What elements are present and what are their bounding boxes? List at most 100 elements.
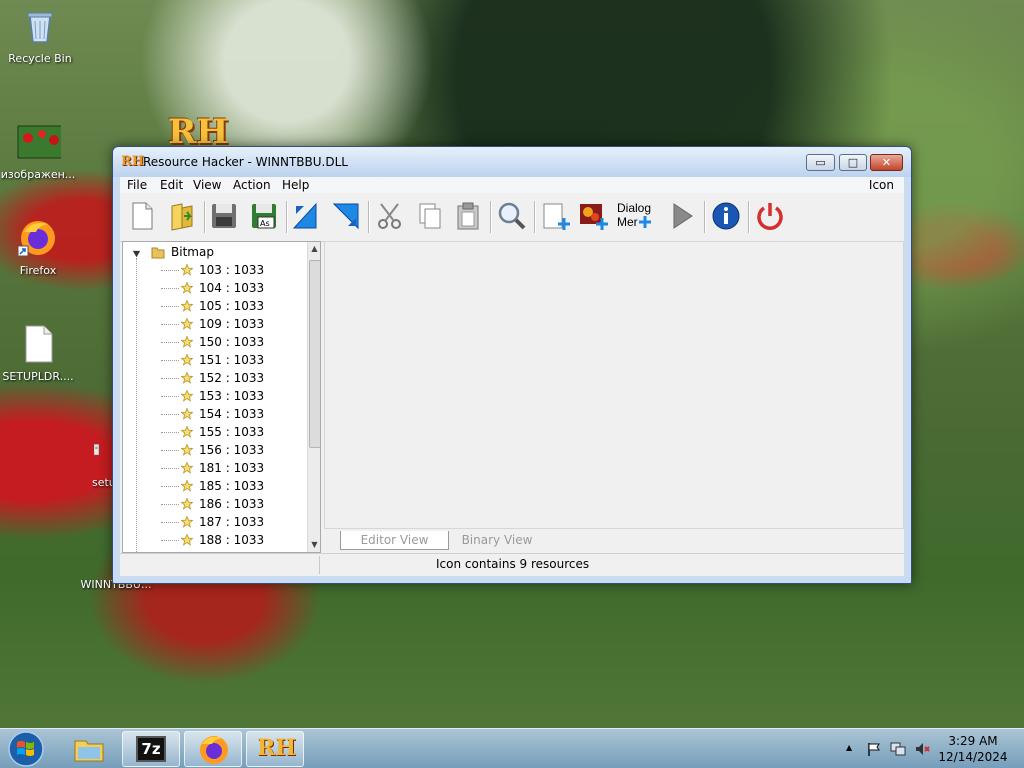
tree-connector: [161, 414, 179, 415]
network-icon[interactable]: [890, 741, 906, 757]
tab-editor-view[interactable]: Editor View: [340, 531, 449, 550]
close-button[interactable]: ✕: [870, 154, 903, 171]
tree-node-item[interactable]: 152 : 1033: [161, 370, 301, 388]
tree-connector: [161, 378, 179, 379]
tree-node-item[interactable]: 105 : 1033: [161, 298, 301, 316]
tree-node-item[interactable]: 151 : 1033: [161, 352, 301, 370]
menu-view[interactable]: View: [193, 178, 221, 192]
start-button[interactable]: [4, 730, 48, 768]
desktop-icon-firefox[interactable]: Firefox: [0, 218, 78, 277]
toolbar: As Dialog Mer: [120, 195, 904, 242]
tree-node-label: 186 : 1033: [199, 497, 265, 511]
taskbar-7zip[interactable]: 7z: [122, 731, 180, 767]
show-hidden-icons-button[interactable]: ▲: [846, 743, 852, 752]
taskbar-explorer[interactable]: [60, 731, 118, 767]
tree-node-label: 153 : 1033: [199, 389, 265, 403]
cut-button[interactable]: [374, 200, 406, 234]
add-image-resource-button[interactable]: [578, 200, 610, 234]
star-icon: [181, 354, 193, 366]
tree-node-item[interactable]: 103 : 1033: [161, 262, 301, 280]
star-icon: [181, 390, 193, 402]
copy-icon: [419, 203, 441, 229]
forward-button[interactable]: [330, 200, 362, 234]
system-clock[interactable]: 3:29 AM 12/14/2024: [930, 733, 1016, 765]
maximize-button[interactable]: □: [839, 154, 867, 171]
copy-button[interactable]: [414, 200, 446, 234]
tab-binary-view[interactable]: Binary View: [452, 531, 542, 549]
tree-connector: [161, 270, 179, 271]
menu-edit[interactable]: Edit: [160, 178, 183, 192]
new-button[interactable]: [126, 200, 158, 234]
forward-arrow-icon: [332, 203, 359, 230]
toolbar-separator: [286, 201, 288, 233]
taskbar-firefox[interactable]: [184, 731, 242, 767]
save-as-button[interactable]: As: [248, 200, 280, 234]
image-file-icon: [17, 125, 65, 159]
desktop-icon-setup[interactable]: setu: [62, 430, 116, 489]
tree-node-item[interactable]: 187 : 1033: [161, 514, 301, 532]
paste-button[interactable]: [452, 200, 484, 234]
tree-node-item[interactable]: 150 : 1033: [161, 334, 301, 352]
dialog-menu-button[interactable]: Dialog Mer: [617, 201, 657, 235]
desktop-icon-label: изображен...: [0, 168, 76, 181]
tree-node-item[interactable]: 188 : 1033: [161, 532, 301, 550]
minimize-icon: ▭: [815, 156, 826, 169]
find-button[interactable]: [496, 200, 528, 234]
volume-muted-icon[interactable]: [914, 741, 930, 757]
tree-node-label: 181 : 1033: [199, 461, 265, 475]
taskbar-resource-hacker[interactable]: RH: [246, 731, 304, 767]
action-center-flag-icon[interactable]: [866, 741, 882, 757]
status-bar: Icon contains 9 resources: [120, 553, 904, 576]
tree-connector: [161, 450, 179, 451]
tree-node-label: 105 : 1033: [199, 299, 265, 313]
tree-node-label: 154 : 1033: [199, 407, 265, 421]
back-button[interactable]: [290, 200, 322, 234]
tree-node-item[interactable]: 181 : 1033: [161, 460, 301, 478]
exit-button[interactable]: [754, 200, 786, 234]
setup-icon: [93, 444, 100, 456]
menu-file[interactable]: File: [127, 178, 147, 192]
add-image-icon: [580, 204, 608, 230]
compile-button[interactable]: [666, 200, 698, 234]
desktop-icon-setupldr[interactable]: SETUPLDR....: [0, 324, 78, 383]
tree-node-item[interactable]: 109 : 1033: [161, 316, 301, 334]
editor-pane[interactable]: [324, 241, 904, 529]
tree-node-label: 188 : 1033: [199, 533, 265, 547]
desktop-icon-label: setu: [92, 476, 116, 489]
tree-node-item[interactable]: 186 : 1033: [161, 496, 301, 514]
tree-node-item[interactable]: 156 : 1033: [161, 442, 301, 460]
desktop-icon-image-file[interactable]: изображен...: [0, 122, 78, 181]
resource-hacker-window: RH Resource Hacker - WINNTBBU.DLL ▭ □ ✕ …: [112, 146, 912, 584]
tree-connector: [136, 258, 137, 552]
toolbar-separator: [490, 201, 492, 233]
collapse-icon[interactable]: [132, 250, 141, 259]
star-icon: [181, 336, 193, 348]
clock-date: 12/14/2024: [938, 750, 1008, 764]
tree-node-item[interactable]: 155 : 1033: [161, 424, 301, 442]
star-icon: [181, 498, 193, 510]
menu-help[interactable]: Help: [282, 178, 309, 192]
tree-connector: [161, 306, 179, 307]
resource-tree[interactable]: Bitmap 103 : 1033 104 : 1033 105 : 1033 109…: [122, 241, 321, 553]
star-icon: [181, 372, 193, 384]
about-button[interactable]: [710, 200, 742, 234]
title-bar[interactable]: RH Resource Hacker - WINNTBBU.DLL ▭ □ ✕: [113, 147, 911, 177]
star-icon: [181, 444, 193, 456]
toolbar-separator: [534, 201, 536, 233]
star-icon: [181, 282, 193, 294]
tree-node-item[interactable]: 185 : 1033: [161, 478, 301, 496]
tree-node-item[interactable]: 104 : 1033: [161, 280, 301, 298]
tree-node-item[interactable]: 153 : 1033: [161, 388, 301, 406]
open-button[interactable]: [166, 200, 198, 234]
toolbar-separator: [368, 201, 370, 233]
add-resource-button[interactable]: [540, 200, 572, 234]
star-icon: [181, 534, 193, 546]
save-button[interactable]: [208, 200, 240, 234]
status-text: Icon contains 9 resources: [436, 557, 590, 571]
menu-action[interactable]: Action: [233, 178, 271, 192]
save-as-icon: As: [252, 204, 276, 229]
tree-node-item[interactable]: 154 : 1033: [161, 406, 301, 424]
desktop-icon-recycle-bin[interactable]: Recycle Bin: [0, 6, 80, 65]
star-icon: [181, 264, 193, 276]
minimize-button[interactable]: ▭: [806, 154, 835, 171]
